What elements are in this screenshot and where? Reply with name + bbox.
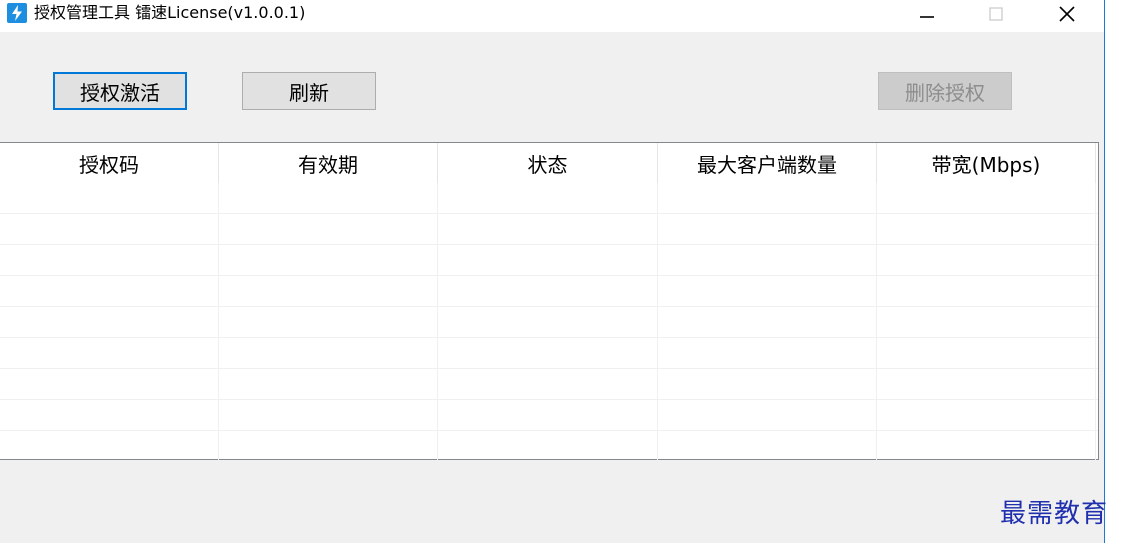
table-cell [658,431,877,462]
column-header-max-clients[interactable]: 最大客户端数量 [658,143,877,183]
delete-license-button: 删除授权 [878,72,1012,110]
table-cell [219,183,438,214]
table-cell [0,183,219,214]
table-cell [219,245,438,276]
table-cell [438,431,658,462]
window-title: 授权管理工具 镭速License(v1.0.0.1) [34,3,306,22]
watermark: 最需教育 [1000,499,1109,529]
table-row[interactable] [0,276,1098,307]
close-icon [1059,6,1075,22]
table-cell [0,431,219,462]
refresh-button[interactable]: 刷新 [242,72,376,110]
table-row[interactable] [0,245,1098,276]
table-cell [877,183,1096,214]
table-header: 授权码 有效期 状态 最大客户端数量 带宽(Mbps) [0,143,1098,183]
table-row[interactable] [0,307,1098,338]
table-cell [658,307,877,338]
table-row[interactable] [0,214,1098,245]
table-cell [877,276,1096,307]
table-cell [0,276,219,307]
table-cell [877,307,1096,338]
table-row[interactable] [0,431,1098,462]
activate-license-button[interactable]: 授权激活 [53,72,187,110]
app-window: 授权管理工具 镭速License(v1.0.0.1) 授权激活 刷新 删除授权 … [0,0,1109,543]
table-cell [877,338,1096,369]
table-row[interactable] [0,400,1098,431]
table-cell [219,431,438,462]
table-cell [0,369,219,400]
maximize-icon [989,7,1003,21]
column-header-status[interactable]: 状态 [438,143,658,183]
table-cell [219,276,438,307]
minimize-icon [920,16,934,18]
table-cell [658,338,877,369]
table-cell [0,338,219,369]
table-cell [658,214,877,245]
column-header-bandwidth[interactable]: 带宽(Mbps) [877,143,1096,183]
column-header-validity[interactable]: 有效期 [219,143,438,183]
title-bar: 授权管理工具 镭速License(v1.0.0.1) [0,0,1104,32]
table-cell [438,214,658,245]
table-cell [438,276,658,307]
table-cell [0,400,219,431]
table-cell [0,307,219,338]
table-cell [877,369,1096,400]
table-cell [438,400,658,431]
table-cell [219,338,438,369]
minimize-button[interactable] [904,0,950,28]
table-cell [658,400,877,431]
table-cell [438,245,658,276]
table-cell [219,214,438,245]
table-cell [658,369,877,400]
table-row[interactable] [0,369,1098,400]
table-row[interactable] [0,338,1098,369]
table-cell [0,245,219,276]
table-cell [438,369,658,400]
table-cell [877,214,1096,245]
table-cell [438,307,658,338]
table-cell [438,338,658,369]
license-table[interactable]: 授权码 有效期 状态 最大客户端数量 带宽(Mbps) [0,142,1099,462]
table-cell [658,276,877,307]
table-cell [877,245,1096,276]
table-cell [438,183,658,214]
table-cell [658,183,877,214]
lightning-bolt-icon [7,3,27,23]
table-cell [219,307,438,338]
table-cell [219,400,438,431]
close-button[interactable] [1044,0,1090,28]
table-row[interactable] [0,183,1098,214]
table-cell [658,245,877,276]
table-cell [219,369,438,400]
table-cell [877,431,1096,462]
table-cell [0,214,219,245]
table-cell [877,400,1096,431]
maximize-button[interactable] [973,0,1019,28]
column-header-license-code[interactable]: 授权码 [0,143,219,183]
